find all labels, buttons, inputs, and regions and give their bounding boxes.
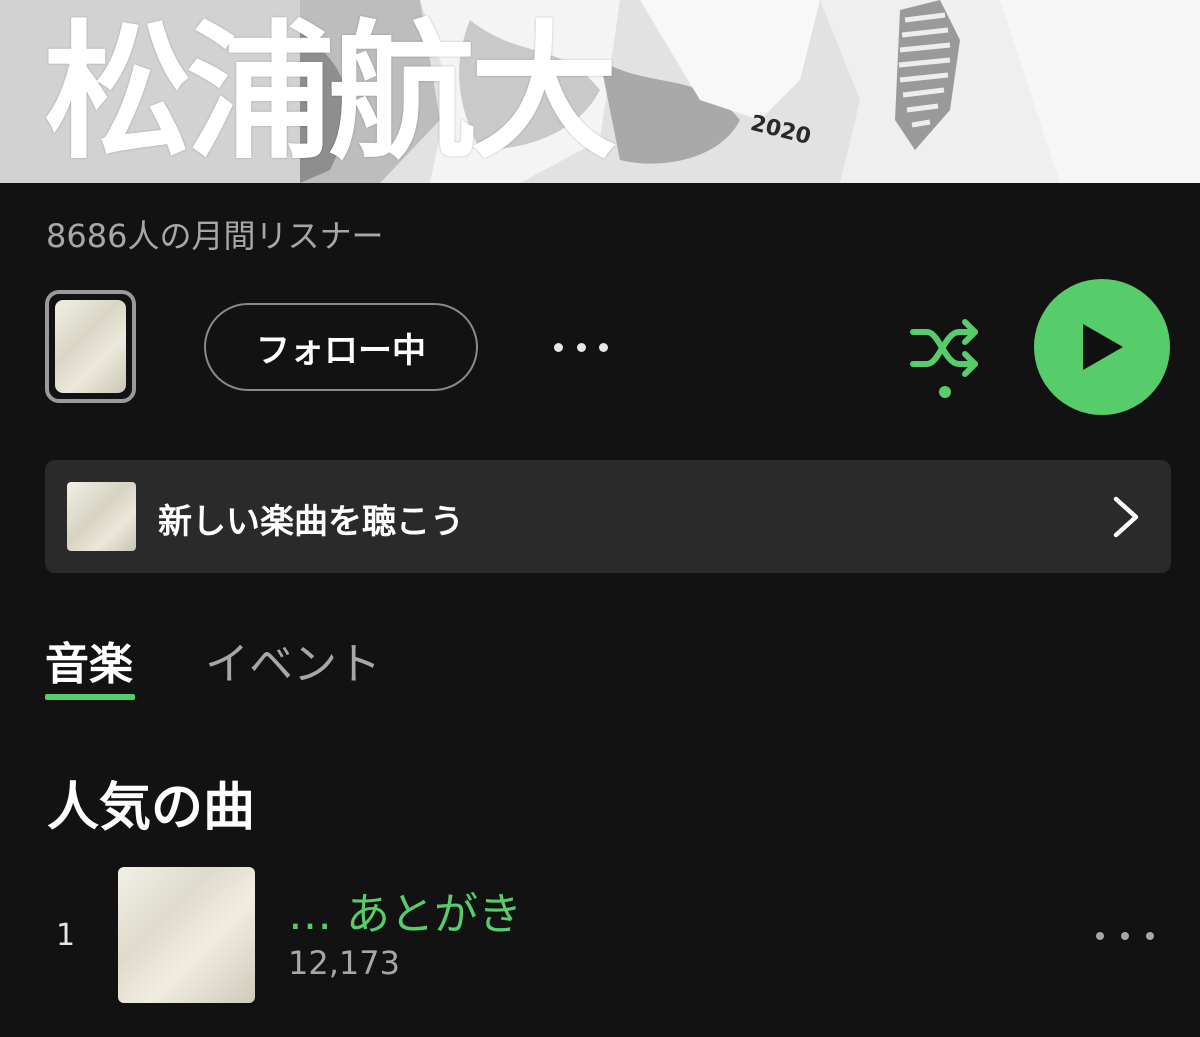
- more-horizontal-icon: [554, 342, 563, 352]
- track-title: … あとがき: [288, 889, 522, 940]
- track-rank: 1: [56, 918, 76, 953]
- active-tab-indicator: [45, 694, 135, 700]
- popular-tracks-heading: 人気の曲: [47, 778, 256, 838]
- monthly-listeners: 8686人の月間リスナー: [46, 217, 384, 255]
- track-row[interactable]: 1 … あとがき 12,173: [0, 860, 1200, 1010]
- more-options-button[interactable]: [548, 326, 614, 368]
- shuffle-button[interactable]: [905, 318, 985, 404]
- banner-label: 新しい楽曲を聴こう: [158, 502, 464, 542]
- more-horizontal-icon: [1096, 932, 1104, 940]
- following-button[interactable]: フォロー中: [204, 303, 478, 391]
- chevron-right-icon: [1113, 496, 1139, 538]
- artist-preview-thumbnail[interactable]: [45, 290, 136, 403]
- tab-events[interactable]: イベント: [205, 628, 381, 692]
- tab-music[interactable]: 音楽: [45, 628, 133, 692]
- artist-hero: 2020 松浦航大: [0, 0, 1200, 183]
- preview-image: [55, 300, 126, 393]
- shuffle-icon: [910, 319, 978, 398]
- play-button[interactable]: [1034, 279, 1170, 415]
- artist-name: 松浦航大: [44, 7, 618, 179]
- track-play-count: 12,173: [288, 944, 400, 982]
- new-release-banner[interactable]: 新しい楽曲を聴こう: [45, 460, 1171, 573]
- track-more-button[interactable]: [1096, 926, 1154, 946]
- banner-thumbnail: [67, 482, 136, 551]
- play-icon: [1083, 324, 1123, 370]
- track-artwork: [118, 867, 255, 1003]
